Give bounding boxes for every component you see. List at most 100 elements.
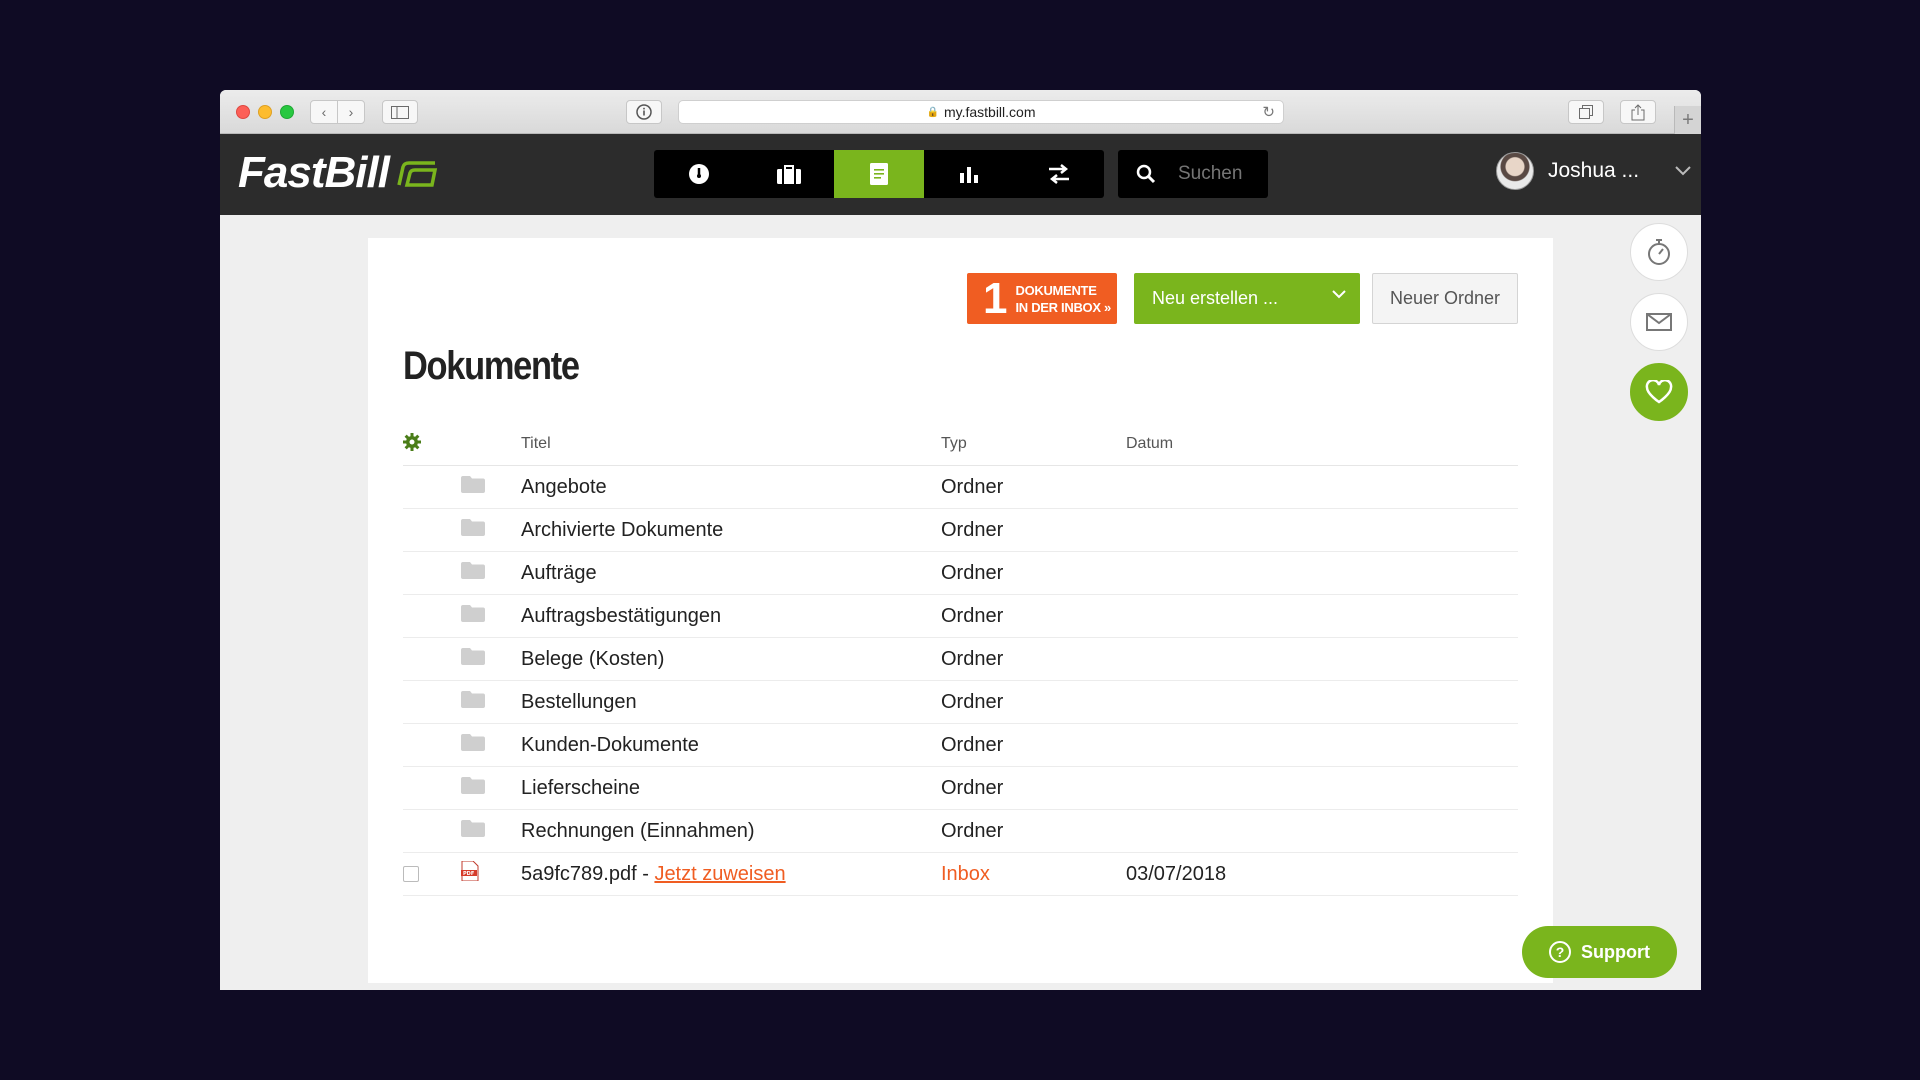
close-window-button[interactable] [236,105,250,119]
folder-type: Ordner [941,776,1004,799]
file-name[interactable]: 5a9fc789.pdf [521,863,637,885]
row-icon-cell: PDF [461,860,521,887]
document-icon [870,163,888,185]
folder-type: Ordner [941,518,1004,541]
folder-title[interactable]: Auftragsbestätigungen [521,605,941,628]
table-row[interactable]: Auftragsbestätigungen Ordner [403,595,1518,638]
nav-dashboard[interactable] [654,150,744,198]
address-bar[interactable]: 🔒 my.fastbill.com ↻ [678,100,1284,124]
page-title: Dokumente [403,344,580,388]
reader-info-button[interactable] [626,100,662,124]
mail-button[interactable] [1630,293,1688,351]
header-type[interactable]: Typ [941,435,1126,453]
row-checkbox[interactable] [403,866,419,882]
logo-mark-icon [397,161,438,187]
bar-chart-icon [960,167,978,183]
row-icon-cell [461,733,521,757]
transfer-arrows-icon [1049,164,1069,184]
chevron-right-icon: › [348,104,354,120]
create-new-label: Neu erstellen ... [1152,288,1279,308]
support-label: Support [1581,941,1650,962]
back-button[interactable]: ‹ [310,100,338,124]
file-date: 03/07/2018 [1126,862,1227,885]
folder-title[interactable]: Bestellungen [521,691,941,714]
zoom-window-button[interactable] [280,105,294,119]
header-title[interactable]: Titel [521,435,941,453]
new-tab-button[interactable]: + [1674,106,1701,134]
svg-text:PDF: PDF [463,871,474,877]
folder-type: Ordner [941,819,1004,842]
share-button[interactable] [1620,100,1656,124]
reload-icon[interactable]: ↻ [1262,103,1275,121]
row-icon-cell [461,561,521,585]
inbox-label-line1: DOKUMENTE [1015,282,1097,298]
table-row[interactable]: Lieferscheine Ordner [403,767,1518,810]
folder-type: Ordner [941,561,1004,584]
minimize-window-button[interactable] [258,105,272,119]
nav-clients[interactable] [744,150,834,198]
folder-title[interactable]: Archivierte Dokumente [521,519,941,542]
table-row[interactable]: Archivierte Dokumente Ordner [403,509,1518,552]
inbox-count: 1 [983,273,1008,323]
timer-button[interactable] [1630,223,1688,281]
info-icon [636,104,652,120]
favorite-button[interactable] [1630,363,1688,421]
user-menu[interactable]: Joshua ... [1496,152,1691,190]
inbox-documents-button[interactable]: 1 DOKUMENTE IN DER INBOX » [967,273,1117,324]
chevron-down-icon [1332,290,1346,299]
table-row[interactable]: Angebote Ordner [403,466,1518,509]
folder-title[interactable]: Aufträge [521,562,941,585]
chevron-down-icon [1675,166,1691,176]
table-row[interactable]: Belege (Kosten) Ordner [403,638,1518,681]
support-button[interactable]: ? Support [1522,926,1677,978]
folder-type: Ordner [941,733,1004,756]
table-row[interactable]: Aufträge Ordner [403,552,1518,595]
search-icon [1136,164,1156,184]
folder-icon [461,819,485,837]
fastbill-logo[interactable]: FastBill [238,148,439,198]
folder-title[interactable]: Belege (Kosten) [521,648,941,671]
table-row[interactable]: Bestellungen Ordner [403,681,1518,724]
folder-icon [461,561,485,579]
table-row-file[interactable]: PDF 5a9fc789.pdf - Jetzt zuweisen Inbox … [403,853,1518,896]
nav-reports[interactable] [924,150,1014,198]
sidebar-toggle-button[interactable] [382,100,418,124]
main-nav [654,150,1104,198]
file-type: Inbox [941,862,990,885]
user-name: Joshua ... [1548,159,1640,182]
logo-text: FastBill [238,148,390,197]
nav-transactions[interactable] [1014,150,1104,198]
new-folder-button[interactable]: Neuer Ordner [1372,273,1518,324]
row-icon-cell [461,647,521,671]
row-checkbox-cell [403,866,461,882]
folder-title[interactable]: Angebote [521,476,941,499]
folder-type: Ordner [941,604,1004,627]
row-icon-cell [461,776,521,800]
tab-overview-button[interactable] [1568,100,1604,124]
avatar [1496,152,1534,190]
folder-title[interactable]: Lieferscheine [521,777,941,800]
assign-now-link[interactable]: Jetzt zuweisen [654,863,785,885]
folder-title[interactable]: Rechnungen (Einnahmen) [521,820,941,843]
row-icon-cell [461,475,521,499]
lock-icon: 🔒 [926,106,939,118]
inbox-label-line2: IN DER INBOX » [1015,299,1111,315]
folder-type: Ordner [941,475,1004,498]
gear-icon [403,432,421,451]
table-row[interactable]: Kunden-Dokumente Ordner [403,724,1518,767]
nav-documents[interactable] [834,150,924,198]
search-box[interactable] [1118,150,1268,198]
folder-icon [461,690,485,708]
speedometer-icon [689,164,709,184]
search-input[interactable] [1178,163,1268,185]
folder-title[interactable]: Kunden-Dokumente [521,734,941,757]
table-header: Titel Typ Datum [403,423,1518,466]
header-date[interactable]: Datum [1126,435,1518,453]
pdf-file-icon: PDF [461,860,479,882]
table-row[interactable]: Rechnungen (Einnahmen) Ordner [403,810,1518,853]
browser-toolbar: ‹ › 🔒 my.fastbill.com ↻ + [220,90,1701,134]
forward-button[interactable]: › [337,100,365,124]
create-new-dropdown[interactable]: Neu erstellen ... [1134,273,1360,324]
folder-icon [461,475,485,493]
table-settings-button[interactable] [403,432,521,456]
